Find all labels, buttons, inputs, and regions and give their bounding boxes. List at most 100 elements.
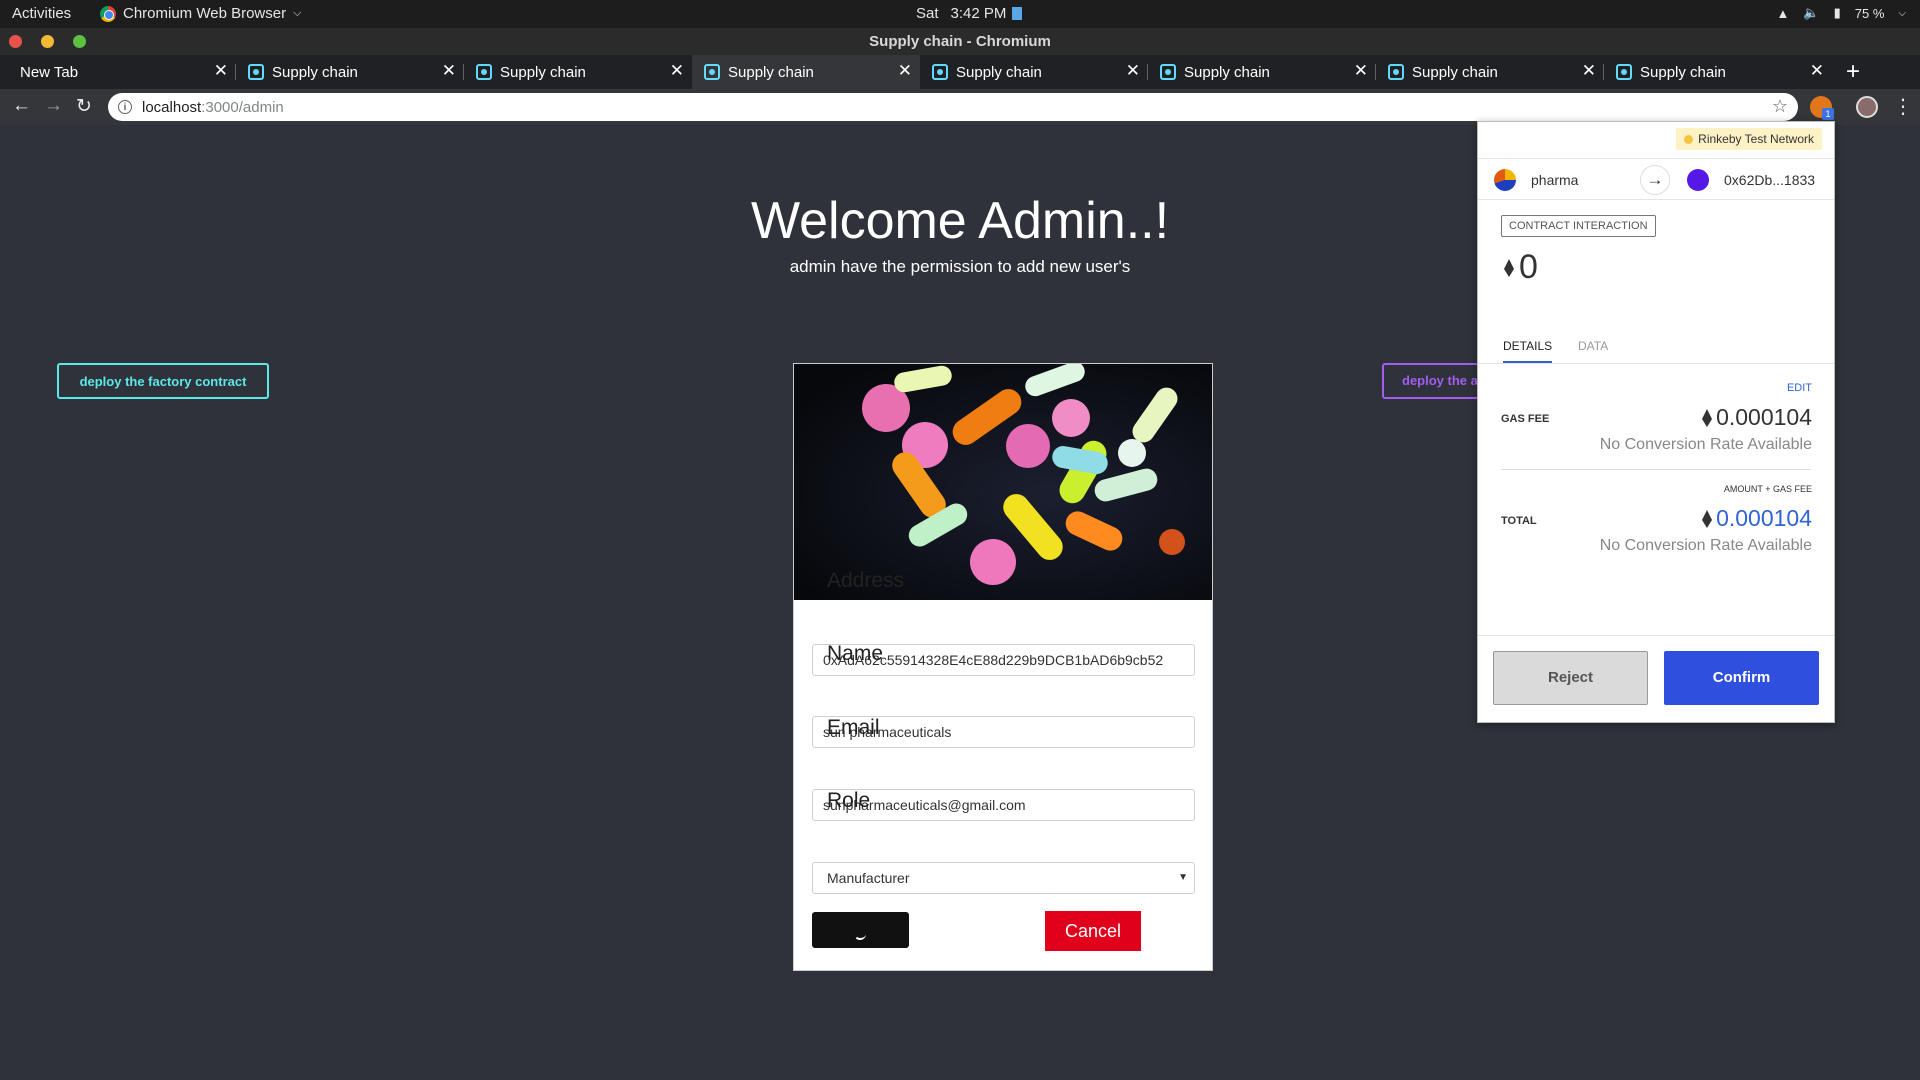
- volume-icon: 🔈: [1803, 5, 1820, 20]
- address-bar[interactable]: i localhost:3000/admin ☆: [108, 93, 1798, 121]
- close-icon[interactable]: ✕: [214, 61, 228, 81]
- popup-tabs: DETAILS DATA: [1478, 330, 1834, 364]
- role-selected-value: Manufacturer: [827, 870, 910, 886]
- gas-fee-label: GAS FEE: [1501, 413, 1550, 425]
- arrow-right-icon: →: [1640, 165, 1670, 195]
- total-label: TOTAL: [1501, 515, 1537, 527]
- clock-day: Sat: [916, 5, 939, 22]
- from-account-name: pharma: [1531, 172, 1579, 188]
- app-menu-label: Chromium Web Browser: [123, 5, 287, 22]
- react-icon: [1616, 64, 1632, 80]
- amount-value: 0: [1519, 248, 1538, 286]
- close-icon[interactable]: ✕: [1810, 61, 1824, 81]
- total-value: 0.000104: [1702, 505, 1812, 532]
- to-address: 0x62Db...1833: [1724, 172, 1816, 188]
- tab-supply-chain[interactable]: Supply chain ✕: [464, 55, 692, 89]
- url-host: localhost: [142, 98, 202, 116]
- tab-label: Supply chain: [728, 63, 814, 81]
- network-status-dot: [1684, 134, 1694, 144]
- clock[interactable]: Sat 3:42 PM: [916, 5, 1023, 22]
- activities-button[interactable]: Activities: [12, 5, 71, 22]
- tab-supply-chain[interactable]: Supply chain ✕: [1604, 55, 1832, 89]
- chevron-down-icon: ⌵: [293, 7, 302, 19]
- tab-label: New Tab: [20, 63, 79, 81]
- network-indicator[interactable]: Rinkeby Test Network: [1676, 128, 1822, 150]
- network-name: Rinkeby Test Network: [1698, 132, 1814, 146]
- cancel-button[interactable]: Cancel: [1045, 911, 1141, 951]
- from-account-identicon: [1494, 169, 1516, 191]
- info-icon[interactable]: i: [118, 100, 132, 114]
- role-label: Role: [827, 789, 871, 812]
- battery-percent: 75 %: [1854, 5, 1885, 21]
- react-icon: [476, 64, 492, 80]
- react-icon: [248, 64, 264, 80]
- transaction-amount: 0: [1504, 248, 1538, 287]
- bookmark-star-icon[interactable]: ☆: [1772, 96, 1788, 117]
- deploy-factory-button[interactable]: deploy the factory contract: [57, 363, 269, 399]
- notification-icon: [1012, 7, 1023, 20]
- menu-dots-icon[interactable]: ⋮: [1893, 94, 1913, 119]
- amount-gas-fee-label: AMOUNT + GAS FEE: [1723, 484, 1812, 494]
- react-icon: [704, 64, 720, 80]
- battery-icon: ▮: [1833, 5, 1841, 20]
- tab-supply-chain[interactable]: Supply chain ✕: [1376, 55, 1604, 89]
- divider: [1501, 469, 1811, 470]
- back-arrow-icon[interactable]: ←: [12, 95, 31, 117]
- tab-details[interactable]: DETAILS: [1503, 339, 1553, 363]
- window-title: Supply chain - Chromium: [869, 33, 1051, 50]
- app-menu[interactable]: Chromium Web Browser ⌵: [100, 5, 301, 22]
- edit-gas-link[interactable]: EDIT: [1787, 382, 1812, 394]
- tab-label: Supply chain: [1412, 63, 1498, 81]
- profile-avatar[interactable]: [1856, 96, 1878, 118]
- tab-label: Supply chain: [956, 63, 1042, 81]
- name-label: Name: [827, 642, 884, 665]
- tab-new-tab[interactable]: New Tab ✕: [0, 55, 236, 89]
- submit-loading-button[interactable]: [812, 912, 909, 948]
- close-icon[interactable]: ✕: [1126, 61, 1140, 81]
- forward-arrow-icon[interactable]: →: [44, 95, 63, 117]
- popup-footer: Reject Confirm: [1478, 635, 1834, 722]
- system-top-bar: Activities Chromium Web Browser ⌵ Sat 3:…: [0, 0, 1920, 28]
- contract-interaction-tag: CONTRACT INTERACTION: [1501, 215, 1656, 237]
- confirm-button[interactable]: Confirm: [1664, 651, 1819, 705]
- tab-supply-chain[interactable]: Supply chain ✕: [920, 55, 1148, 89]
- close-icon[interactable]: ✕: [442, 61, 456, 81]
- browser-toolbar: ← → ↻ i localhost:3000/admin ☆ 1 ⋮: [0, 89, 1920, 125]
- wifi-icon: ▲: [1776, 5, 1790, 21]
- ethereum-icon: [1702, 408, 1713, 427]
- new-tab-plus-icon[interactable]: +: [1846, 58, 1860, 86]
- tab-supply-chain[interactable]: Supply chain ✕: [1148, 55, 1376, 89]
- tab-label: Supply chain: [1184, 63, 1270, 81]
- react-icon: [1388, 64, 1404, 80]
- account-row: pharma → 0x62Db...1833: [1478, 158, 1834, 200]
- react-icon: [932, 64, 948, 80]
- close-icon[interactable]: ✕: [1354, 61, 1368, 81]
- to-address-identicon: [1687, 169, 1709, 191]
- reload-icon[interactable]: ↻: [76, 95, 92, 118]
- ethereum-icon: [1702, 509, 1713, 528]
- close-icon[interactable]: ✕: [1582, 61, 1596, 81]
- clock-time: 3:42 PM: [950, 5, 1007, 22]
- metamask-popup: Rinkeby Test Network pharma → 0x62Db...1…: [1477, 121, 1835, 723]
- chromium-icon: [100, 5, 116, 22]
- tab-label: Supply chain: [1640, 63, 1726, 81]
- total-amount: 0.000104: [1716, 505, 1812, 531]
- window-title-bar: Supply chain - Chromium: [0, 28, 1920, 55]
- close-icon[interactable]: ✕: [670, 61, 684, 81]
- gas-fee-amount: 0.000104: [1716, 404, 1812, 430]
- tab-strip: New Tab ✕ Supply chain ✕ Supply chain ✕ …: [0, 55, 1920, 89]
- chevron-down-icon: ⌵: [1898, 7, 1906, 19]
- close-icon[interactable]: ✕: [898, 61, 912, 81]
- add-user-card: Address Name Email Role Manufacturer ▼ C…: [793, 363, 1213, 971]
- system-status-menu[interactable]: ▲ 🔈 ▮ 75 % ⌵: [1777, 5, 1906, 21]
- tab-supply-chain[interactable]: Supply chain ✕: [236, 55, 464, 89]
- role-select[interactable]: Manufacturer ▼: [812, 862, 1195, 894]
- tab-label: Supply chain: [500, 63, 586, 81]
- tab-supply-chain-active[interactable]: Supply chain ✕: [692, 55, 920, 89]
- tab-data[interactable]: DATA: [1578, 339, 1608, 353]
- ethereum-icon: [1504, 258, 1514, 277]
- reject-button[interactable]: Reject: [1493, 651, 1648, 705]
- tab-label: Supply chain: [272, 63, 358, 81]
- pills-image: [794, 364, 1212, 600]
- gas-fee-value: 0.000104: [1702, 404, 1812, 431]
